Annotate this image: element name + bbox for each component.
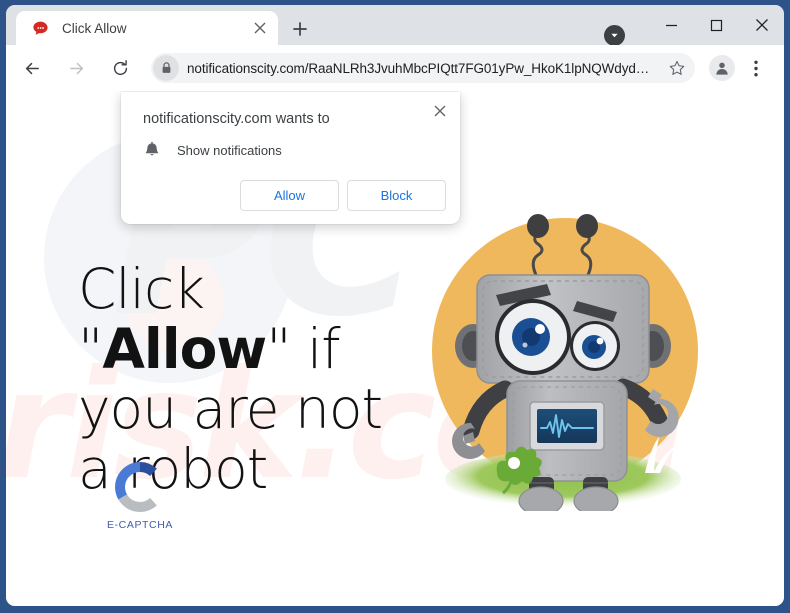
cartoon-robot-illustration: [401, 191, 721, 516]
dialog-permission-label: Show notifications: [177, 142, 282, 158]
browser-tab[interactable]: Click Allow: [16, 11, 278, 45]
maximize-button[interactable]: [694, 5, 739, 45]
letter-c-logo-icon: [114, 461, 166, 513]
page-viewport: PC risk.com Click "Allow" if you are not…: [6, 91, 784, 606]
window-caption-buttons: [594, 5, 784, 45]
close-window-button[interactable]: [739, 5, 784, 45]
url-text: notificationscity.com/RaaNLRh3JvuhMbcPIQ…: [187, 60, 650, 76]
dialog-close-icon[interactable]: [428, 99, 452, 123]
reload-button[interactable]: [105, 53, 135, 83]
browser-toolbar: notificationscity.com/RaaNLRh3JvuhMbcPIQ…: [6, 45, 784, 91]
profile-avatar-icon[interactable]: [709, 55, 735, 81]
dialog-permission-row: Show notifications: [143, 141, 282, 159]
tab-close-icon[interactable]: [248, 16, 272, 40]
minimize-button[interactable]: [649, 5, 694, 45]
allow-button[interactable]: Allow: [240, 180, 339, 211]
speech-bubble-favicon-icon: [32, 20, 49, 37]
forward-button: [61, 53, 91, 83]
new-tab-button[interactable]: [286, 15, 314, 43]
address-bar[interactable]: notificationscity.com/RaaNLRh3JvuhMbcPIQ…: [151, 53, 695, 83]
bookmark-star-icon[interactable]: [663, 54, 691, 82]
dialog-actions: Allow Block: [240, 180, 446, 211]
browser-window: Click Allow notificationscity.com/RaaNLR…: [6, 5, 784, 606]
back-button[interactable]: [17, 53, 47, 83]
bell-icon: [143, 141, 161, 159]
browser-menu-button[interactable]: [743, 53, 769, 83]
notification-permission-dialog: notificationscity.com wants to Show noti…: [121, 92, 460, 224]
lock-icon[interactable]: [153, 55, 179, 81]
ecaptcha-label: E-CAPTCHA: [106, 519, 174, 531]
headline-emphasis: Allow: [102, 317, 267, 381]
tab-strip: Click Allow: [6, 5, 784, 46]
tab-title: Click Allow: [62, 20, 127, 36]
dialog-title: notificationscity.com wants to: [143, 111, 330, 127]
block-button[interactable]: Block: [347, 180, 446, 211]
ecaptcha-logo: E-CAPTCHA: [94, 461, 186, 531]
